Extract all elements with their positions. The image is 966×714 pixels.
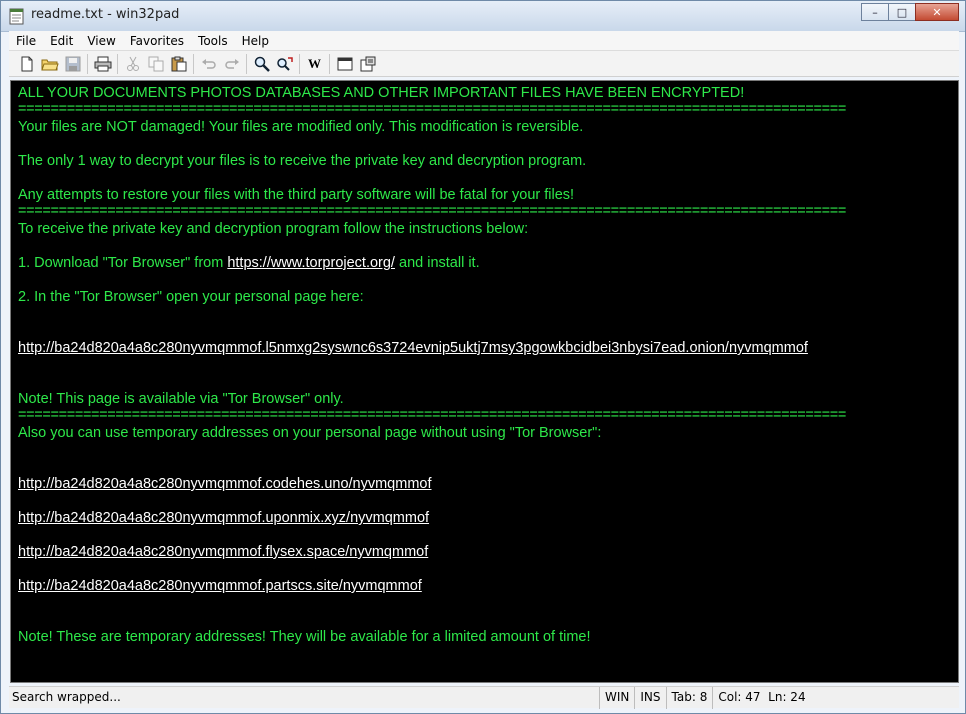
notepad-app-icon[interactable]: [9, 7, 25, 25]
text-editor[interactable]: ALL YOUR DOCUMENTS PHOTOS DATABASES AND …: [10, 80, 959, 683]
cut-icon[interactable]: [121, 53, 144, 75]
status-bar: Search wrapped... WIN INS Tab: 8 Col: 47…: [9, 686, 959, 709]
menu-favorites[interactable]: Favorites: [123, 34, 191, 48]
toolbar-separator: [193, 53, 194, 74]
separator-line: ========================================…: [18, 101, 847, 117]
encoding-indicator: WIN: [599, 687, 634, 709]
word-wrap-icon[interactable]: W: [303, 53, 326, 75]
replace-icon[interactable]: [273, 53, 296, 75]
menu-help[interactable]: Help: [235, 34, 276, 48]
menu-file[interactable]: File: [9, 34, 43, 48]
editor-line: Also you can use temporary addresses on …: [18, 425, 602, 441]
temp-address-link[interactable]: http://ba24d820a4a8c280nyvmqmmof.partscs…: [18, 578, 422, 594]
editor-line: ALL YOUR DOCUMENTS PHOTOS DATABASES AND …: [18, 85, 745, 101]
menu-view[interactable]: View: [80, 34, 122, 48]
settings-icon[interactable]: [356, 53, 379, 75]
cursor-position: Col: 47 Ln: 24: [712, 687, 810, 709]
toolbar-separator: [87, 53, 88, 74]
install-instruction: and install it.: [399, 255, 480, 271]
window-title: readme.txt - win32pad: [31, 7, 180, 22]
word-wrap-label: W: [308, 55, 321, 71]
toolbar-separator: [329, 53, 330, 74]
editor-line: 1. Download "Tor Browser" from https://w…: [18, 255, 480, 271]
menu-tools[interactable]: Tools: [191, 34, 235, 48]
window-controls: – □ ✕: [861, 3, 959, 21]
editor-line: To receive the private key and decryptio…: [18, 221, 529, 237]
open-folder-icon[interactable]: [38, 53, 61, 75]
editor-line: Note! This page is available via "Tor Br…: [18, 391, 344, 407]
toolbar-separator: [299, 53, 300, 74]
redo-icon[interactable]: [220, 53, 243, 75]
new-file-icon[interactable]: [15, 53, 38, 75]
app-window: readme.txt - win32pad – □ ✕ File Edit Vi…: [0, 0, 966, 714]
maximize-button[interactable]: □: [888, 3, 916, 21]
copy-icon[interactable]: [144, 53, 167, 75]
menu-edit[interactable]: Edit: [43, 34, 80, 48]
title-bar[interactable]: readme.txt - win32pad – □ ✕: [1, 1, 965, 32]
tab-size-indicator: Tab: 8: [665, 687, 713, 709]
temp-address-link[interactable]: http://ba24d820a4a8c280nyvmqmmof.flysex.…: [18, 544, 428, 560]
paste-icon[interactable]: [167, 53, 190, 75]
onion-link[interactable]: http://ba24d820a4a8c280nyvmqmmof.l5nmxg2…: [18, 340, 808, 356]
separator-line: ========================================…: [18, 407, 847, 423]
find-icon[interactable]: [250, 53, 273, 75]
close-button[interactable]: ✕: [915, 3, 959, 21]
save-icon[interactable]: [61, 53, 84, 75]
separator-line: ========================================…: [18, 203, 847, 219]
undo-icon[interactable]: [197, 53, 220, 75]
editor-line: Note! These are temporary addresses! The…: [18, 629, 591, 645]
toolbar-separator: [246, 53, 247, 74]
toolbar: W: [9, 51, 959, 77]
menu-bar: File Edit View Favorites Tools Help: [9, 31, 959, 51]
toolbar-separator: [117, 53, 118, 74]
print-icon[interactable]: [91, 53, 114, 75]
torproject-link[interactable]: https://www.torproject.org/: [227, 255, 395, 271]
status-message: Search wrapped...: [12, 690, 121, 704]
editor-line: 2. In the "Tor Browser" open your person…: [18, 289, 364, 305]
editor-line: Any attempts to restore your files with …: [18, 187, 575, 203]
editor-line: The only 1 way to decrypt your files is …: [18, 153, 587, 169]
insert-mode-indicator: INS: [634, 687, 665, 709]
window-icon[interactable]: [333, 53, 356, 75]
temp-address-link[interactable]: http://ba24d820a4a8c280nyvmqmmof.codehes…: [18, 476, 432, 492]
download-instruction: 1. Download "Tor Browser" from: [18, 255, 224, 271]
temp-address-link[interactable]: http://ba24d820a4a8c280nyvmqmmof.uponmix…: [18, 510, 429, 526]
minimize-button[interactable]: –: [861, 3, 889, 21]
editor-line: Your files are NOT damaged! Your files a…: [18, 119, 584, 135]
